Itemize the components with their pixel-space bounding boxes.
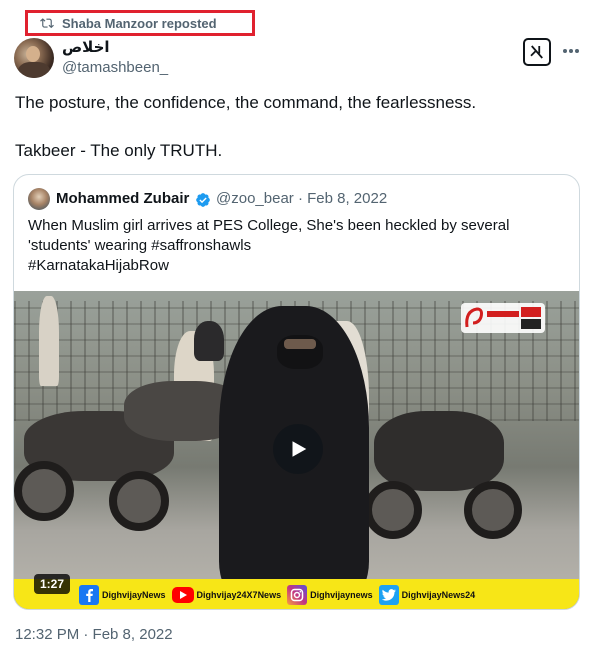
facebook-icon (79, 585, 99, 605)
author-handle[interactable]: @tamashbeen_ (62, 59, 168, 76)
video-duration-badge: 1:27 (34, 574, 71, 594)
quoted-text-line-1: When Muslim girl arrives at PES College,… (28, 217, 510, 234)
repost-icon (40, 18, 54, 29)
tweet-text-line-2: Takbeer - The only TRUTH. (15, 141, 223, 160)
author-avatar[interactable] (14, 38, 54, 78)
more-options-icon (563, 49, 579, 53)
channel-logo (461, 303, 545, 333)
tweet-text-line-1: The posture, the confidence, the command… (15, 93, 477, 112)
video-ticker: DighvijayNews Dighvijay24X7News Dighvija… (14, 579, 579, 609)
grok-icon (530, 45, 543, 59)
more-options-button[interactable] (560, 40, 582, 62)
instagram-icon (287, 585, 308, 605)
quoted-author-avatar[interactable] (28, 188, 50, 210)
play-button[interactable] (273, 424, 323, 474)
ticker-item: Dighvijay24X7News (171, 587, 281, 603)
youtube-icon (171, 587, 194, 603)
quoted-text-line-2: 'students' wearing #saffronshawls (28, 237, 252, 254)
quoted-author-name[interactable]: Mohammed Zubair (56, 190, 189, 207)
ticker-item: DighvijayNews (79, 585, 166, 605)
ticker-item: DighvijayNews24 (378, 585, 475, 605)
author-display-name[interactable]: اخلاص (62, 38, 110, 56)
video-player[interactable]: DighvijayNews Dighvijay24X7News Dighvija… (14, 291, 579, 609)
play-icon (292, 441, 307, 457)
quoted-hashtag[interactable]: #KarnatakaHijabRow (28, 256, 568, 276)
twitter-icon (378, 585, 399, 605)
ticker-item: Dighvijaynews (287, 585, 373, 605)
repost-label: Shaba Manzoor reposted (62, 15, 217, 31)
grok-button[interactable] (523, 38, 551, 66)
quoted-tweet-card[interactable]: Mohammed Zubair @zoo_bear · Feb 8, 2022 … (13, 174, 580, 610)
verified-badge-icon (196, 193, 210, 207)
repost-indicator[interactable]: Shaba Manzoor reposted (25, 10, 255, 36)
post-timestamp[interactable]: 12:32 PM · Feb 8, 2022 (15, 626, 173, 643)
quoted-author-handle-date[interactable]: @zoo_bear · Feb 8, 2022 (216, 190, 387, 207)
